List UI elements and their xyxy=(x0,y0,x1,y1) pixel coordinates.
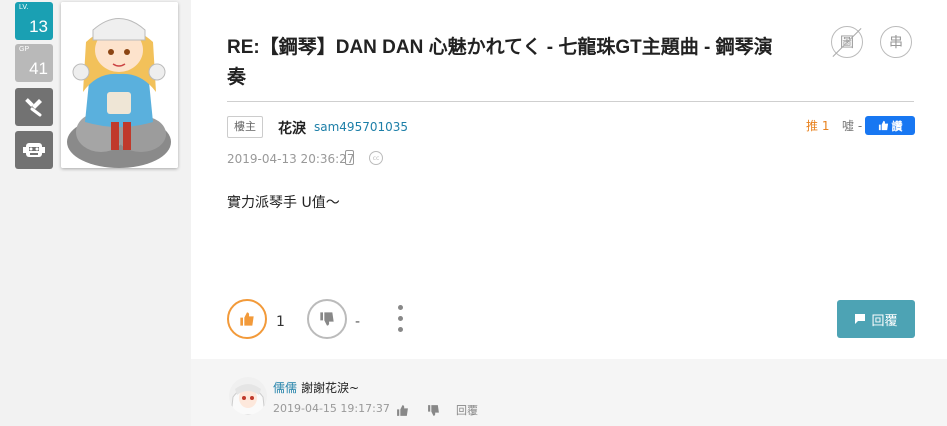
more-options-icon[interactable] xyxy=(398,305,404,338)
comment-like-button[interactable] xyxy=(396,402,409,421)
creative-commons-icon[interactable]: cc xyxy=(369,151,383,165)
owner-tag: 樓主 xyxy=(227,116,263,138)
gp-badge[interactable]: GP 41 xyxy=(15,44,53,82)
gp-label: GP xyxy=(19,46,30,53)
wrench-icon xyxy=(25,98,42,117)
comment-text: 謝謝花淚~ xyxy=(301,381,360,395)
comment-timestamp: 2019-04-15 19:17:37 xyxy=(273,402,390,415)
tool-badge[interactable] xyxy=(15,88,53,126)
downvote-count: - xyxy=(355,314,361,330)
thumbs-up-icon xyxy=(397,405,408,416)
level-label: LV. xyxy=(19,4,29,11)
level-badge[interactable]: LV. 13 xyxy=(15,2,53,40)
comment-reply-link[interactable]: 回覆 xyxy=(456,402,478,418)
post-card: RE:【鋼琴】DAN DAN 心魅かれてく - 七龍珠GT主題曲 - 鋼琴演奏 … xyxy=(191,0,947,359)
commenter-avatar[interactable] xyxy=(229,377,267,415)
thread-button-label: 串 xyxy=(889,35,903,51)
post-title: RE:【鋼琴】DAN DAN 心魅かれてく - 七龍珠GT主題曲 - 鋼琴演奏 xyxy=(227,37,773,88)
author-id-link[interactable]: sam495701035 xyxy=(314,120,408,134)
upvote-count: 1 xyxy=(276,314,285,330)
facebook-like-button[interactable]: 讚 xyxy=(865,116,915,135)
upvote-button[interactable] xyxy=(227,299,267,339)
reply-button[interactable]: 回覆 xyxy=(837,300,915,338)
reply-button-label: 回覆 xyxy=(871,313,898,329)
user-avatar[interactable] xyxy=(61,2,178,168)
avatar-illustration xyxy=(61,2,178,168)
thumbs-up-icon xyxy=(878,120,888,131)
comment-dislike-button[interactable] xyxy=(427,402,440,421)
post-timestamp: 2019-04-13 20:36:27 xyxy=(227,152,355,166)
image-toggle-button[interactable]: 圖 xyxy=(831,26,863,58)
robot-badge[interactable] xyxy=(15,131,53,169)
comment-item: 儒儒 謝謝花淚~ 2019-04-15 19:17:37 回覆 xyxy=(191,359,947,426)
thumbs-up-icon xyxy=(240,312,254,326)
author-name[interactable]: 花淚 xyxy=(278,118,306,138)
boo-count: 噓 - xyxy=(842,119,863,133)
mobile-phone-icon xyxy=(345,150,354,165)
title-divider xyxy=(227,101,914,102)
facebook-like-label: 讚 xyxy=(891,119,903,133)
thumbs-down-icon xyxy=(428,405,439,416)
gp-value: 41 xyxy=(29,59,48,78)
commenter-name[interactable]: 儒儒 xyxy=(273,379,297,396)
commenter-avatar-image xyxy=(229,377,267,415)
downvote-button[interactable] xyxy=(307,299,347,339)
thumbs-down-icon xyxy=(320,312,334,326)
push-count: 推 1 xyxy=(806,119,830,133)
level-value: 13 xyxy=(29,17,48,36)
post-body: 實力派琴手 U值～ xyxy=(227,195,340,211)
thread-button[interactable]: 串 xyxy=(880,26,912,58)
robot-icon xyxy=(23,143,45,157)
comment-icon xyxy=(855,314,866,324)
